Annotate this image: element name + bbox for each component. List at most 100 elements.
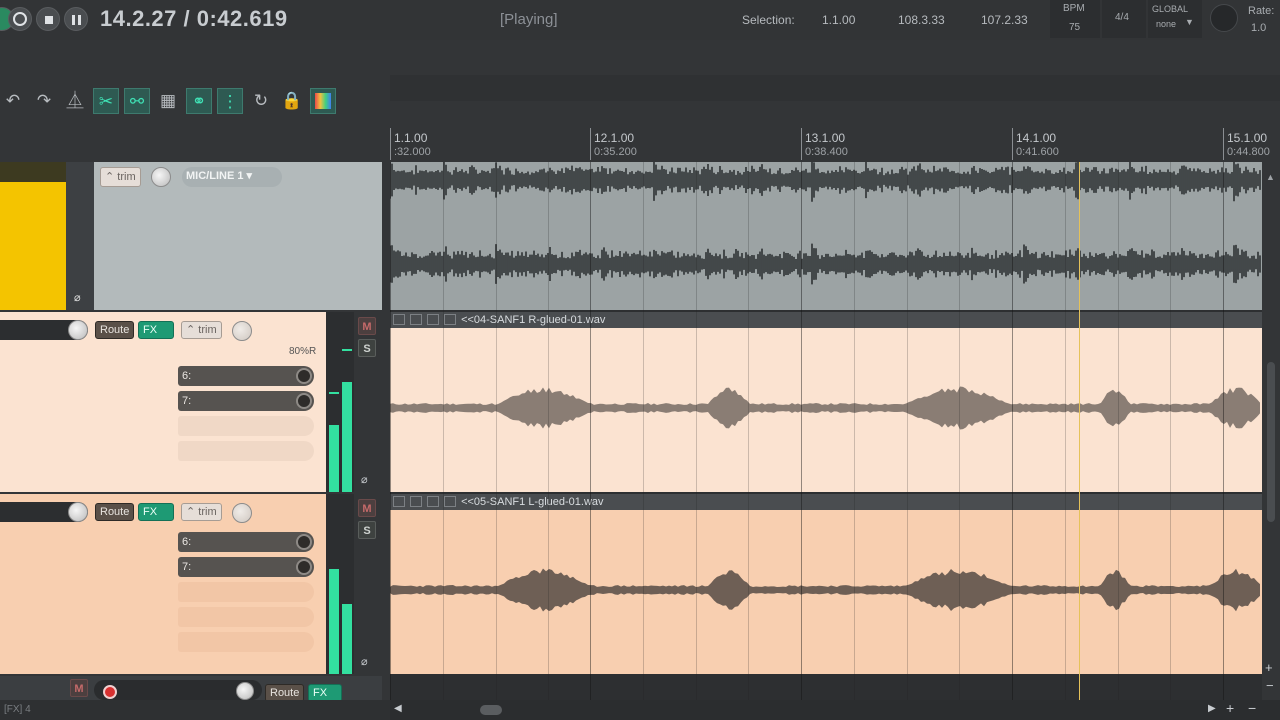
send-knob[interactable] (296, 393, 312, 409)
stop-button[interactable] (36, 7, 60, 31)
trim-button[interactable]: ⌃ trim (181, 321, 222, 339)
beat-line (642, 162, 644, 700)
redo-icon: ↷ (36, 91, 52, 110)
send-knob[interactable] (296, 559, 312, 575)
empty-send-slot[interactable] (178, 441, 314, 461)
input-select[interactable]: MIC/LINE 1 ▾ (182, 167, 282, 187)
zoom-in-icon[interactable]: + (1226, 700, 1234, 716)
ripple-icon: ✂ (98, 92, 114, 111)
fx-button[interactable]: FX (138, 321, 174, 339)
repeat-icon (13, 12, 27, 26)
undo-icon: ↶ (5, 91, 21, 110)
route-button[interactable]: Route (95, 503, 135, 521)
crossfade-icon: ⚭ (191, 92, 207, 111)
volume-knob[interactable] (151, 167, 171, 187)
phase-icon[interactable]: ⌀ (74, 291, 81, 304)
selection-length[interactable]: 107.2.33 (981, 13, 1028, 27)
global-automation[interactable]: GLOBAL none ▼ (1148, 0, 1202, 38)
send-7[interactable]: 7: (178, 391, 314, 411)
chevron-down-icon: ▼ (1185, 17, 1194, 27)
auto-crossfade-button[interactable]: ⚭ (186, 88, 212, 114)
track-4-panel[interactable]: M Route FX (0, 676, 382, 702)
transport-bar: 14.2.27 / 0:42.619 [Playing] Selection: … (0, 0, 1280, 40)
mute-button[interactable]: M (358, 317, 376, 335)
color-button[interactable] (310, 88, 336, 114)
solo-button[interactable]: S (358, 339, 376, 357)
phase-icon[interactable]: ⌀ (361, 655, 368, 668)
selection-end[interactable]: 108.3.33 (898, 13, 945, 27)
grid-button[interactable]: ▦ (155, 88, 181, 114)
link-button[interactable]: ⚯ (124, 88, 150, 114)
track-meter (326, 312, 354, 492)
record-arm-icon[interactable] (103, 685, 117, 699)
beat-line (1170, 162, 1172, 700)
rate-knob[interactable] (1210, 4, 1238, 32)
send-6[interactable]: 6: (178, 532, 314, 552)
phase-icon[interactable]: ⌀ (361, 473, 368, 486)
snap-icon: ⋮ (221, 92, 239, 111)
ruler-mark: 13.1.00 0:38.400 (801, 128, 848, 160)
selection-label: Selection: (742, 13, 795, 27)
bpm-value: 75 (1069, 22, 1081, 33)
zoom-out-icon[interactable]: − (1248, 700, 1256, 716)
route-button[interactable]: Route (95, 321, 135, 339)
trim-button[interactable]: ⌃ trim (181, 503, 222, 521)
pan-knob[interactable] (232, 503, 252, 523)
bpm-box[interactable]: BPM 75 (1050, 0, 1100, 38)
undo-button[interactable]: ↶ (0, 88, 26, 114)
link-icon: ⚯ (129, 92, 145, 111)
playhead-cursor[interactable] (1079, 162, 1080, 700)
pause-button[interactable] (64, 7, 88, 31)
chevron-right-icon[interactable]: ▶ (1208, 703, 1216, 714)
timeline-ruler[interactable]: 1.1.00:32.000 12.1.00 0:35.200 13.1.00 0:3… (390, 128, 1280, 162)
ruler-mark: 14.1.00 0:41.600 (1012, 128, 1059, 160)
send-knob[interactable] (296, 534, 312, 550)
lock-button[interactable]: 🔒 (279, 88, 305, 114)
loop-icon: ↻ (253, 91, 269, 110)
scroll-thumb[interactable] (1267, 362, 1275, 522)
rate-value: 1.0 (1251, 22, 1267, 34)
trim-button[interactable]: ⌃ trim (100, 167, 141, 187)
fx-button[interactable]: FX (138, 503, 174, 521)
empty-send-slot[interactable] (178, 582, 314, 602)
redo-button[interactable]: ↷ (31, 88, 57, 114)
mute-button[interactable]: M (358, 499, 376, 517)
chevron-left-icon[interactable]: ◀ (394, 703, 402, 714)
ruler-mark: 1.1.00:32.000 (390, 128, 431, 160)
time-signature[interactable]: 4/4 (1102, 0, 1146, 38)
bar-line (801, 162, 802, 700)
zoom-out-icon[interactable]: − (1266, 678, 1274, 693)
arrange-view[interactable]: <<04-SANF1 R-glued-01.wav <<05-SANF1 L-g… (390, 162, 1262, 700)
volume-knob[interactable] (68, 320, 88, 340)
empty-send-slot[interactable] (178, 416, 314, 436)
scroll-thumb[interactable] (480, 705, 502, 715)
empty-send-slot[interactable] (178, 632, 314, 652)
global-value: none (1156, 19, 1177, 29)
bar-line (390, 162, 391, 700)
repeat-button[interactable] (8, 7, 32, 31)
metronome-button[interactable]: ⏅ (62, 88, 88, 114)
track-3-panel[interactable]: Route FX ⌃ trim 6: 7: M S ⌀ (0, 494, 382, 674)
snap-button[interactable]: ⋮ (217, 88, 243, 114)
loop-button[interactable]: ↻ (248, 88, 274, 114)
empty-send-slot[interactable] (178, 607, 314, 627)
envelope-icon: ⌃ (105, 171, 115, 183)
pan-knob[interactable] (232, 321, 252, 341)
volume-knob[interactable] (236, 682, 254, 700)
mute-button[interactable]: M (70, 679, 88, 697)
zoom-in-icon[interactable]: + (1265, 660, 1273, 675)
chevron-up-icon[interactable]: ▲ (1266, 172, 1275, 182)
selection-start[interactable]: 1.1.00 (822, 13, 855, 27)
ripple-button[interactable]: ✂ (93, 88, 119, 114)
grid-lines (390, 162, 1262, 700)
vertical-scrollbar[interactable]: ▲ + − (1262, 162, 1280, 700)
send-7[interactable]: 7: (178, 557, 314, 577)
volume-knob[interactable] (68, 502, 88, 522)
track-1-panel[interactable]: ⌃ trim MIC/LINE 1 ▾ ⌀ (0, 162, 382, 310)
horizontal-scrollbar[interactable]: ◀ ▶ + − (390, 700, 1280, 720)
metronome-icon: ⏅ (66, 91, 84, 110)
send-6[interactable]: 6: (178, 366, 314, 386)
send-knob[interactable] (296, 368, 312, 384)
track-2-panel[interactable]: Route FX ⌃ trim 80%R 6: 7: M S ⌀ (0, 312, 382, 492)
solo-button[interactable]: S (358, 521, 376, 539)
